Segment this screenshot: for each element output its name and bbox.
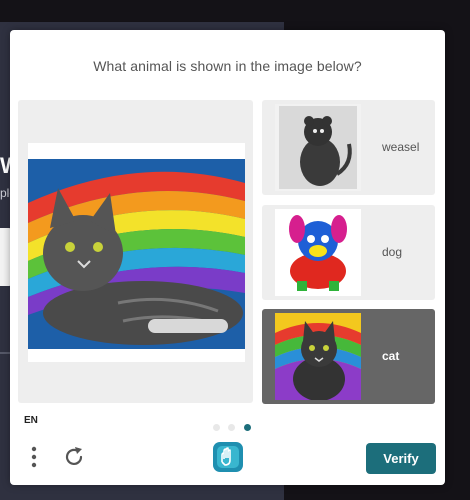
answer-option-dog[interactable]: dog (262, 205, 435, 300)
cat-painting-image (28, 143, 245, 362)
answer-option-label: dog (382, 245, 403, 259)
main-image-panel (18, 100, 253, 403)
weasel-image (275, 104, 361, 191)
answer-option-cat[interactable]: cat (262, 309, 435, 404)
pagination-dot (228, 424, 236, 431)
cat-image (275, 313, 361, 400)
dog-image (275, 209, 361, 296)
pagination-dot-active (243, 424, 251, 431)
verify-button[interactable]: Verify (366, 443, 436, 474)
answer-option-weasel[interactable]: weasel (262, 100, 435, 195)
refresh-icon[interactable] (62, 445, 86, 469)
menu-icon[interactable] (28, 445, 40, 469)
challenge-prompt: What animal is shown in the image below? (93, 58, 362, 74)
captcha-challenge-modal: What animal is shown in the image below? (10, 30, 445, 485)
answer-option-label: cat (382, 349, 400, 363)
background-divider (0, 352, 10, 354)
answer-option-label: weasel (382, 140, 420, 154)
hcaptcha-logo-icon (213, 442, 243, 472)
pagination-dot (213, 424, 220, 431)
pagination-dots (213, 418, 255, 436)
language-selector[interactable]: EN (24, 415, 38, 426)
